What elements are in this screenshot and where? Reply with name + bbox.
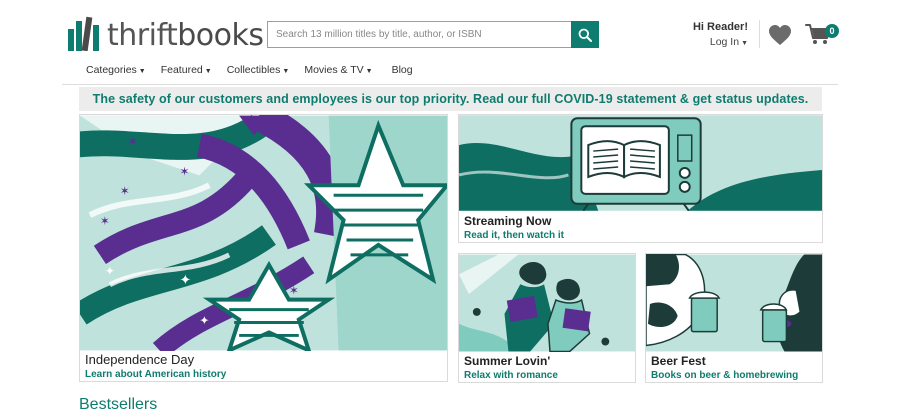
svg-text:✶: ✶ <box>289 284 299 298</box>
svg-text:✦: ✦ <box>105 264 115 278</box>
tile-caption: Streaming Now Read it, then watch it <box>464 214 564 242</box>
tile-subtitle-link[interactable]: Books on beer & homebrewing <box>651 369 798 382</box>
logo-text-books: books <box>177 18 264 53</box>
thriftbooks-logo[interactable]: thriftbooks <box>67 13 264 51</box>
search-icon <box>578 28 592 42</box>
nav-item-label: Movies & TV <box>304 64 364 76</box>
promo-tile-beer-fest[interactable]: Beer Fest Books on beer & homebrewing <box>645 253 823 383</box>
tile-title: Streaming Now <box>464 214 552 228</box>
chevron-down-icon: ▼ <box>204 68 212 75</box>
heart-icon[interactable] <box>768 24 792 46</box>
nav-item-collectibles[interactable]: Collectibles ▼ <box>227 64 290 76</box>
nav-item-label: Collectibles <box>226 64 281 76</box>
covid-banner-text: The safety of our customers and employee… <box>92 92 809 106</box>
books-logo-icon <box>68 16 99 51</box>
tile-title: Summer Lovin' <box>464 354 551 368</box>
header-divider-line <box>62 84 838 85</box>
svg-text:✶: ✶ <box>179 164 189 178</box>
header-divider <box>759 20 760 48</box>
login-dropdown[interactable]: Log In ▼ <box>676 35 748 51</box>
logo-text-thrift: thrift <box>107 18 178 53</box>
main-nav: Categories ▼ Featured ▼ Collectibles ▼ Movi… <box>86 64 428 76</box>
summer-lovin-illustration <box>459 254 635 352</box>
chevron-down-icon: ▼ <box>282 68 290 75</box>
tile-subtitle-link[interactable]: Read it, then watch it <box>464 229 564 242</box>
chevron-down-icon: ▼ <box>365 68 373 75</box>
promo-tile-independence-day[interactable]: ✶ ✶ ✶ ✶ ✶ ✦ ✦ ✦ Independence Day Learn a… <box>79 114 448 382</box>
search-input[interactable] <box>267 21 571 48</box>
svg-text:✦: ✦ <box>199 314 209 328</box>
tile-caption: Beer Fest Books on beer & homebrewing <box>651 354 798 382</box>
chevron-down-icon: ▼ <box>138 68 146 75</box>
tile-caption: Independence Day Learn about American hi… <box>85 353 226 381</box>
nav-item-label: Categories <box>86 64 137 76</box>
nav-item-categories[interactable]: Categories ▼ <box>86 64 146 76</box>
promo-tile-summer-lovin[interactable]: Summer Lovin' Relax with romance <box>458 253 636 383</box>
tile-caption: Summer Lovin' Relax with romance <box>464 354 558 382</box>
svg-text:✶: ✶ <box>120 184 130 198</box>
beer-fest-illustration <box>646 254 822 352</box>
chevron-down-icon: ▼ <box>741 40 748 47</box>
section-title-bestsellers: Bestsellers <box>79 396 158 413</box>
nav-item-label: Blog <box>391 64 413 76</box>
tile-title: Independence Day <box>85 352 195 367</box>
login-label: Log In <box>709 36 740 48</box>
nav-item-label: Featured <box>160 64 203 76</box>
cart-count-badge: 0 <box>825 24 839 38</box>
tile-title: Beer Fest <box>651 354 706 368</box>
logo-wordmark: thriftbooks <box>107 21 264 51</box>
search-bar <box>267 21 599 48</box>
account-menu[interactable]: Hi Reader! Log In ▼ <box>676 20 748 51</box>
nav-item-featured[interactable]: Featured ▼ <box>161 64 212 76</box>
covid-banner[interactable]: The safety of our customers and employee… <box>79 87 822 111</box>
independence-day-illustration: ✶ ✶ ✶ ✶ ✶ ✦ ✦ ✦ <box>80 115 447 351</box>
account-greeting: Hi Reader! <box>692 21 748 33</box>
promo-tile-streaming-now[interactable]: Streaming Now Read it, then watch it <box>458 114 823 243</box>
nav-item-blog[interactable]: Blog <box>392 64 413 76</box>
streaming-now-illustration <box>459 115 822 211</box>
nav-item-movies-tv[interactable]: Movies & TV ▼ <box>304 64 372 76</box>
svg-text:✶: ✶ <box>128 134 138 148</box>
svg-text:✦: ✦ <box>179 273 191 289</box>
search-button[interactable] <box>571 21 599 48</box>
tile-subtitle-link[interactable]: Relax with romance <box>464 369 558 382</box>
svg-text:✶: ✶ <box>100 214 110 228</box>
tile-subtitle-link[interactable]: Learn about American history <box>85 368 226 381</box>
